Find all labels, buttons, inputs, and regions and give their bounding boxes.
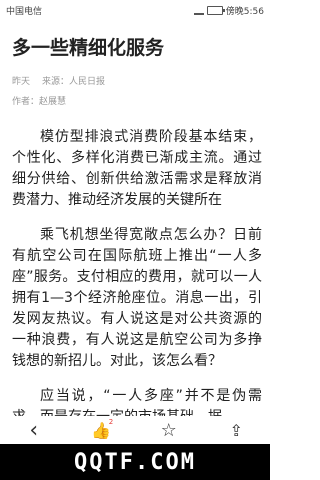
star-icon: ☆ xyxy=(160,419,177,441)
watermark-text: QQTF.COM xyxy=(74,449,196,475)
back-icon: ‹ xyxy=(29,417,39,443)
article-title: 多一些精细化服务 xyxy=(12,37,165,59)
signal-icon xyxy=(193,5,204,15)
status-bar: 中国电信 傍晚5:56 xyxy=(0,0,270,20)
clock: 傍晚5:56 xyxy=(225,6,264,17)
publish-time: 昨天 xyxy=(12,77,31,87)
back-button[interactable]: ‹ xyxy=(14,416,54,444)
watermark-banner: QQTF.COM xyxy=(0,444,270,480)
share-icon: ⇪ xyxy=(229,420,243,440)
paragraph: 乘飞机想坐得宽敞点怎么办？日前有航空公司在国际航班上推出“一人多座”服务。支付相… xyxy=(12,227,262,369)
article-source: 来源：人民日报 xyxy=(42,77,106,87)
article-author: 作者：赵展慧 xyxy=(12,97,67,107)
share-button[interactable]: ⇪ xyxy=(216,416,256,444)
favorite-button[interactable]: ☆ xyxy=(149,416,189,444)
paragraph: 模仿型排浪式消费阶段基本结束，个性化、多样化消费已渐成主流。通过细分供给、创新供… xyxy=(12,129,262,208)
bottom-toolbar: ‹ 👍 2 ☆ ⇪ xyxy=(0,416,270,444)
like-button[interactable]: 👍 2 xyxy=(81,416,121,444)
like-count: 2 xyxy=(108,418,114,426)
battery-icon xyxy=(206,5,225,15)
article-body: 模仿型排浪式消费阶段基本结束，个性化、多样化消费已渐成主流。通过细分供给、创新供… xyxy=(12,127,262,424)
article-meta: 昨天 来源：人民日报 xyxy=(12,76,105,88)
carrier-label: 中国电信 xyxy=(6,6,43,17)
status-indicators: 傍晚5:56 xyxy=(193,4,264,17)
